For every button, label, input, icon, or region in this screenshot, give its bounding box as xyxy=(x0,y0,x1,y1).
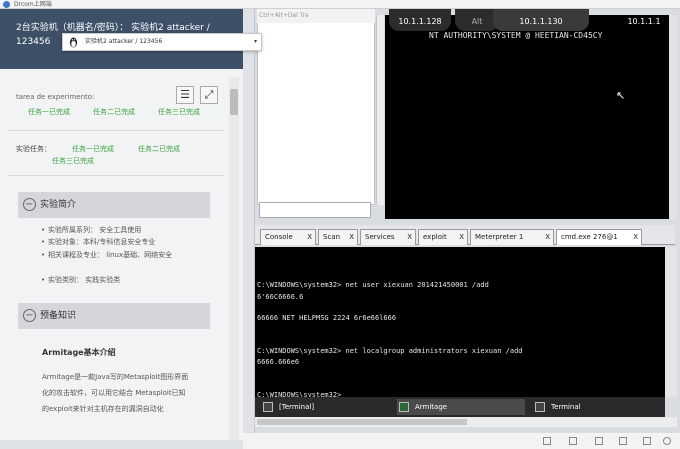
close-icon[interactable]: X xyxy=(407,230,412,244)
divider xyxy=(8,175,224,176)
task-1-status[interactable]: 任务一已完成 xyxy=(28,107,70,117)
console-scrollbar[interactable] xyxy=(665,247,677,397)
vm-select-value: 实验机2 attacker / 123456 xyxy=(85,38,163,45)
scrollbar-thumb[interactable] xyxy=(257,419,467,425)
linux-tux-icon xyxy=(69,37,78,48)
tab-label: Scan xyxy=(323,233,341,241)
remote-toolbar xyxy=(243,433,680,449)
taskbar-label: [Terminal] xyxy=(279,403,315,411)
intro-section-header[interactable]: − 实验简介 xyxy=(18,192,210,218)
tab-scan[interactable]: Scan X xyxy=(318,229,358,245)
host-label: Alt xyxy=(471,17,483,26)
chevron-down-icon: ▾ xyxy=(253,38,257,45)
intro-item: 相关课程及专业： linux基础、网络安全 xyxy=(41,249,218,261)
left-scrollbar[interactable] xyxy=(229,77,239,440)
tab-label: Console xyxy=(265,233,293,241)
targets-panel[interactable] xyxy=(257,15,375,205)
armitage-icon xyxy=(399,402,409,412)
remote-desktop: Ctrl+Alt+Del Tra 10.1.1.128 Alt 10.1.1.1… xyxy=(243,9,680,449)
fullscreen-button[interactable]: ⤢ xyxy=(200,86,218,104)
tab-services[interactable]: Services X xyxy=(360,229,416,245)
side-strip xyxy=(243,9,255,440)
screenshot-icon[interactable] xyxy=(619,437,627,445)
console-line: 6666.666e6 xyxy=(257,358,300,366)
app-titlebar: Drcom上网端 xyxy=(0,0,680,9)
tab-label: Meterpreter 1 xyxy=(475,233,524,241)
mouse-pointer-icon: ↖ xyxy=(616,89,626,102)
intro-item: 实验所属系列： 安全工具使用 xyxy=(41,224,218,236)
host-icon[interactable]: 10.1.1.130 xyxy=(493,9,589,31)
armitage-paragraph: Armitage是一款Java写的Metasploit图形界面化的攻击软件，可以… xyxy=(42,373,189,413)
taskbar-terminal-2[interactable]: Terminal xyxy=(533,399,653,415)
tab-cmd[interactable]: cmd.exe 276@1 X xyxy=(556,229,642,245)
host-graph-view[interactable] xyxy=(385,15,669,219)
horizontal-scrollbar[interactable] xyxy=(255,417,677,427)
vm-select[interactable]: 实验机2 attacker / 123456 ▾ xyxy=(62,33,262,51)
host-label: 10.1.1.128 xyxy=(398,17,442,26)
list-view-button[interactable]: ☰ xyxy=(176,86,194,104)
terminal-icon xyxy=(263,402,273,412)
taskbar-label: Armitage xyxy=(415,403,448,411)
console-line: C:\WINDOWS\system32> net localgroup admi… xyxy=(257,347,523,355)
scrollbar-thumb[interactable] xyxy=(230,89,238,115)
intro-section-title: 实验简介 xyxy=(40,200,77,210)
terminal-icon xyxy=(535,402,545,412)
prep-section-header[interactable]: − 预备知识 xyxy=(18,303,210,329)
host-strip: 10.1.1.128 Alt 10.1.1.130 10.1.1.1 xyxy=(389,9,669,31)
host-icon[interactable]: 10.1.1.128 xyxy=(389,9,451,31)
armitage-tabs: Console X Scan X Services X exploit X Meterp… xyxy=(255,225,675,245)
instructions-panel: 2台实验机（机器名/密码）： 实验机2 attacker / 123456 ta… xyxy=(0,9,243,440)
desktop-taskbar: [Terminal] Armitage Terminal xyxy=(255,397,665,417)
task-3-status[interactable]: 任务三已完成 xyxy=(158,107,200,117)
targets-panel-toolbar: Ctrl+Alt+Del Tra xyxy=(257,9,375,23)
task-1-link[interactable]: 任务一已完成 xyxy=(72,144,114,154)
taskbar-armitage[interactable]: Armitage xyxy=(397,399,525,415)
drcom-logo-icon xyxy=(3,1,10,8)
panel-scrollbar[interactable] xyxy=(376,15,384,205)
close-icon[interactable]: X xyxy=(307,230,312,244)
armitage-subhead: Armitage基本介绍 xyxy=(42,348,116,357)
close-icon[interactable]: X xyxy=(633,230,638,244)
graph-scrollbar[interactable] xyxy=(669,15,677,219)
tab-label: exploit xyxy=(423,233,447,241)
tab-label: Services xyxy=(365,233,395,241)
host-label: 10.1.1.130 xyxy=(519,17,563,26)
app-title: Drcom上网端 xyxy=(14,1,52,8)
cmd-console[interactable]: C:\WINDOWS\system32> net user xiexuan 20… xyxy=(255,247,665,399)
task-2-link[interactable]: 任务二已完成 xyxy=(138,144,180,154)
tab-meterpreter[interactable]: Meterpreter 1 X xyxy=(470,229,554,245)
tab-label: cmd.exe 276@1 xyxy=(561,233,618,241)
experiment-label: tarea de experimento: xyxy=(16,93,95,101)
close-icon[interactable]: X xyxy=(349,230,354,244)
host-label: 10.1.1.1 xyxy=(627,17,661,26)
close-icon[interactable]: X xyxy=(459,230,464,244)
power-icon[interactable] xyxy=(663,437,671,445)
clipboard-icon[interactable] xyxy=(569,437,577,445)
collapse-icon: − xyxy=(23,309,36,322)
close-icon[interactable]: X xyxy=(545,230,550,244)
fullscreen-icon[interactable] xyxy=(595,437,603,445)
collapse-icon: − xyxy=(23,198,36,211)
divider xyxy=(8,130,224,131)
console-line: 66666 NET HELPMSG 2224 6r6e66l666 xyxy=(257,314,397,322)
taskbar-terminal-1[interactable]: [Terminal] xyxy=(261,399,381,415)
targets-filter-input[interactable] xyxy=(259,202,371,218)
task-3-link[interactable]: 任务三已完成 xyxy=(52,156,94,166)
intro-item: 实验类别： 实践实验类 xyxy=(41,274,218,286)
console-line: C:\WINDOWS\system32> net user xiexuan 20… xyxy=(257,281,489,289)
task-2-status[interactable]: 任务二已完成 xyxy=(93,107,135,117)
tab-console[interactable]: Console X xyxy=(260,229,316,245)
keyboard-icon[interactable] xyxy=(543,437,551,445)
taskbar-label: Terminal xyxy=(551,403,581,411)
session-owner-label: NT AUTHORITY\SYSTEM @ HEETIAN-CD45CY xyxy=(429,31,603,40)
console-line: 6'66C6666.6 xyxy=(257,293,304,301)
intro-item: 实验对象：本科/专科信息安全专业 xyxy=(41,236,218,248)
prep-section-title: 预备知识 xyxy=(40,311,77,321)
host-icon[interactable]: 10.1.1.1 xyxy=(619,9,669,31)
task-title: 实验任务： xyxy=(16,145,51,153)
settings-icon[interactable] xyxy=(643,437,651,445)
tab-exploit[interactable]: exploit X xyxy=(418,229,468,245)
